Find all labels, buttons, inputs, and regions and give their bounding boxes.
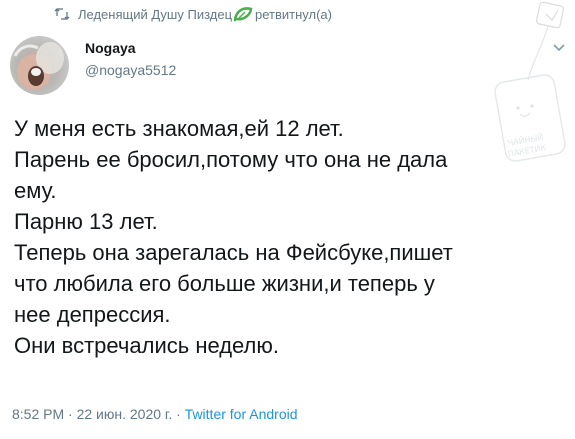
tweet-line: нее депрессия. xyxy=(14,302,171,327)
tweet-line: Парень ее бросил,потому что она не дала xyxy=(14,147,448,172)
author-display-name[interactable]: Nogaya xyxy=(85,40,136,56)
avatar-image xyxy=(13,42,64,90)
tweet-time[interactable]: 8:52 PM xyxy=(12,406,64,422)
tweet-text: У меня есть знакомая,ей 12 лет. Парень е… xyxy=(14,113,544,361)
retweet-context[interactable]: Леденящий Душу Пиздец ретвитнул(а) xyxy=(54,6,332,22)
chevron-down-icon[interactable] xyxy=(552,40,566,52)
avatar[interactable] xyxy=(10,36,69,95)
tweet-meta: 8:52 PM · 22 июн. 2020 г. · Twitter for … xyxy=(12,406,298,422)
tweet-date[interactable]: 22 июн. 2020 г. xyxy=(77,406,173,422)
retweet-action-text: ретвитнул(а) xyxy=(255,6,332,22)
tweet-line: ему. xyxy=(14,178,57,203)
retweeter-name[interactable]: Леденящий Душу Пиздец xyxy=(78,7,232,22)
meta-separator: · xyxy=(176,406,181,422)
tweet-line: Они встречались неделю. xyxy=(14,333,280,358)
tweet-line: что любила его больше жизни,и теперь у xyxy=(14,271,435,296)
tweet-line: Парню 13 лет. xyxy=(14,209,158,234)
author-handle[interactable]: @nogaya5512 xyxy=(85,62,176,78)
meta-separator: · xyxy=(68,406,73,422)
green-leaf-icon xyxy=(233,6,253,22)
tweet-line: У меня есть знакомая,ей 12 лет. xyxy=(14,116,344,141)
tweet-source-link[interactable]: Twitter for Android xyxy=(185,406,298,422)
tweet-line: Теперь она зарегалась на Фейсбуке,пишет xyxy=(14,240,453,265)
retweet-icon xyxy=(54,6,70,22)
